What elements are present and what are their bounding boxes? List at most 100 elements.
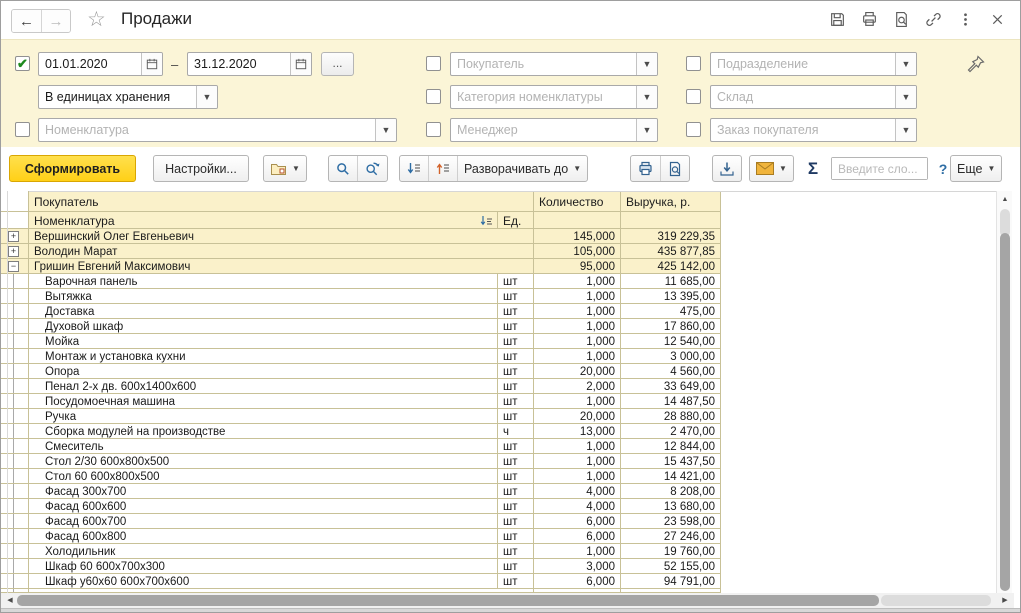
header-unit[interactable]: Ед. [498,212,534,229]
item-name[interactable]: Доставка [29,304,498,319]
group-customer-name[interactable]: Гришин Евгений Максимович [29,259,534,274]
item-name[interactable]: Духовой шкаф [29,319,498,334]
item-qty-value[interactable]: 1,000 [534,349,621,364]
table-row-item[interactable]: Шкаф 60 600х700х300шт3,00052 155,00 [1,559,721,574]
table-row-item[interactable]: Смесительшт1,00012 844,00 [1,439,721,454]
item-name[interactable]: Ручка [29,409,498,424]
item-unit[interactable]: шт [498,529,534,544]
chevron-down-icon[interactable]: ▼ [636,86,657,108]
manager-checkbox[interactable] [426,122,441,137]
table-row-group[interactable]: +Вершинский Олег Евгеньевич145,000319 22… [1,229,721,244]
chevron-down-icon[interactable]: ▼ [895,86,916,108]
item-qty-value[interactable]: 1,000 [534,334,621,349]
item-unit[interactable]: шт [498,394,534,409]
collapse-all-button[interactable] [428,156,457,181]
group-customer-name[interactable]: Володин Марат [29,244,534,259]
preview-icon[interactable] [892,10,910,28]
category-input[interactable] [451,86,636,108]
table-row-item[interactable]: Фасад 600х600шт4,00013 680,00 [1,499,721,514]
item-revenue-value[interactable]: 17 860,00 [621,319,721,334]
item-unit[interactable]: шт [498,559,534,574]
group-qty-value[interactable]: 105,000 [534,244,621,259]
item-qty-value[interactable]: 20,000 [534,364,621,379]
item-name[interactable]: Стол 60 600х800х500 [29,469,498,484]
table-row-item[interactable]: Опорашт20,0004 560,00 [1,364,721,379]
item-unit[interactable]: шт [498,334,534,349]
header-revenue[interactable]: Выручка, р. [621,191,721,212]
item-qty-value[interactable]: 4,000 [534,499,621,514]
item-name[interactable]: Сборка модулей на производстве [29,424,498,439]
item-unit[interactable]: шт [498,289,534,304]
item-unit[interactable]: шт [498,574,534,589]
group-qty-value[interactable]: 145,000 [534,229,621,244]
item-unit[interactable]: шт [498,319,534,334]
period-from-input[interactable] [39,53,141,75]
group-customer-name[interactable]: Вершинский Олег Евгеньевич [29,229,534,244]
units-select-value[interactable]: В единицах хранения [39,86,196,108]
table-row-group[interactable]: −Гришин Евгений Максимович95,000425 142,… [1,259,721,274]
table-row-item[interactable]: Стол 2/30 600х800х500шт1,00015 437,50 [1,454,721,469]
scroll-right-icon[interactable]: ▶ [998,593,1012,608]
item-unit[interactable]: шт [498,304,534,319]
item-unit[interactable]: шт [498,379,534,394]
item-revenue-value[interactable]: 52 155,00 [621,559,721,574]
expand-all-button[interactable] [400,156,428,181]
period-to-input[interactable] [188,53,290,75]
item-name[interactable]: Варочная панель [29,274,498,289]
table-row-group[interactable]: +Володин Марат105,000435 877,85 [1,244,721,259]
favorite-star-icon[interactable]: ☆ [87,7,106,32]
expand-to-button[interactable]: Разворачивать до ▼ [457,156,587,181]
nomenclature-checkbox[interactable] [15,122,30,137]
manager-input[interactable] [451,119,636,141]
table-row-item[interactable]: Холодильникшт1,00019 760,00 [1,544,721,559]
table-row-item[interactable]: Шкаф у60х60 600х700х600шт6,00094 791,00 [1,574,721,589]
item-qty-value[interactable]: 20,000 [534,409,621,424]
chevron-down-icon[interactable]: ▼ [636,53,657,75]
table-row-item[interactable]: Вытяжкашт1,00013 395,00 [1,289,721,304]
item-name[interactable]: Фасад 600х700 [29,514,498,529]
item-qty-value[interactable]: 2,000 [534,379,621,394]
print-button[interactable] [631,156,660,181]
item-qty-value[interactable]: 1,000 [534,394,621,409]
item-revenue-value[interactable]: 14 421,00 [621,469,721,484]
item-revenue-value[interactable]: 19 760,00 [621,544,721,559]
chevron-down-icon[interactable]: ▼ [375,119,396,141]
group-revenue-value[interactable]: 319 229,35 [621,229,721,244]
table-row-item[interactable]: Фасад 300х700шт4,0008 208,00 [1,484,721,499]
table-row-item[interactable]: Пенал 2-х дв. 600х1400х600шт2,00033 649,… [1,379,721,394]
item-name[interactable]: Фасад 600х600 [29,499,498,514]
warehouse-input[interactable] [711,86,895,108]
department-input[interactable] [711,53,895,75]
item-unit[interactable]: шт [498,454,534,469]
scroll-up-icon[interactable]: ▲ [997,193,1013,207]
table-row-item[interactable]: Монтаж и установка кухништ1,0003 000,00 [1,349,721,364]
item-revenue-value[interactable]: 33 649,00 [621,379,721,394]
item-unit[interactable]: шт [498,544,534,559]
table-row-item[interactable]: Фасад 600х800шт6,00027 246,00 [1,529,721,544]
search-reset-button[interactable] [357,156,387,181]
item-unit[interactable]: ч [498,424,534,439]
print-icon[interactable] [860,10,878,28]
item-unit[interactable]: шт [498,364,534,379]
vertical-scroll-thumb[interactable] [1000,233,1010,591]
group-revenue-value[interactable]: 435 877,85 [621,244,721,259]
calendar-icon[interactable] [141,53,162,75]
item-name[interactable]: Монтаж и установка кухни [29,349,498,364]
item-revenue-value[interactable]: 4 560,00 [621,364,721,379]
back-button[interactable]: ← [12,10,41,32]
period-more-button[interactable]: ... [321,52,354,76]
item-revenue-value[interactable]: 11 685,00 [621,274,721,289]
item-revenue-value[interactable]: 3 000,00 [621,349,721,364]
table-row-item[interactable]: Ручкашт20,00028 880,00 [1,409,721,424]
save-icon[interactable] [828,10,846,28]
chevron-down-icon[interactable]: ▼ [895,53,916,75]
report-variants-button[interactable]: ▼ [264,156,306,181]
table-row-item[interactable]: Фасад 600х700шт6,00023 598,00 [1,514,721,529]
order-input[interactable] [711,119,895,141]
item-name[interactable]: Пенал 2-х дв. 600х1400х600 [29,379,498,394]
warehouse-checkbox[interactable] [686,89,701,104]
item-revenue-value[interactable]: 2 470,00 [621,424,721,439]
item-qty-value[interactable]: 1,000 [534,439,621,454]
item-unit[interactable]: шт [498,439,534,454]
item-name[interactable]: Фасад 600х800 [29,529,498,544]
